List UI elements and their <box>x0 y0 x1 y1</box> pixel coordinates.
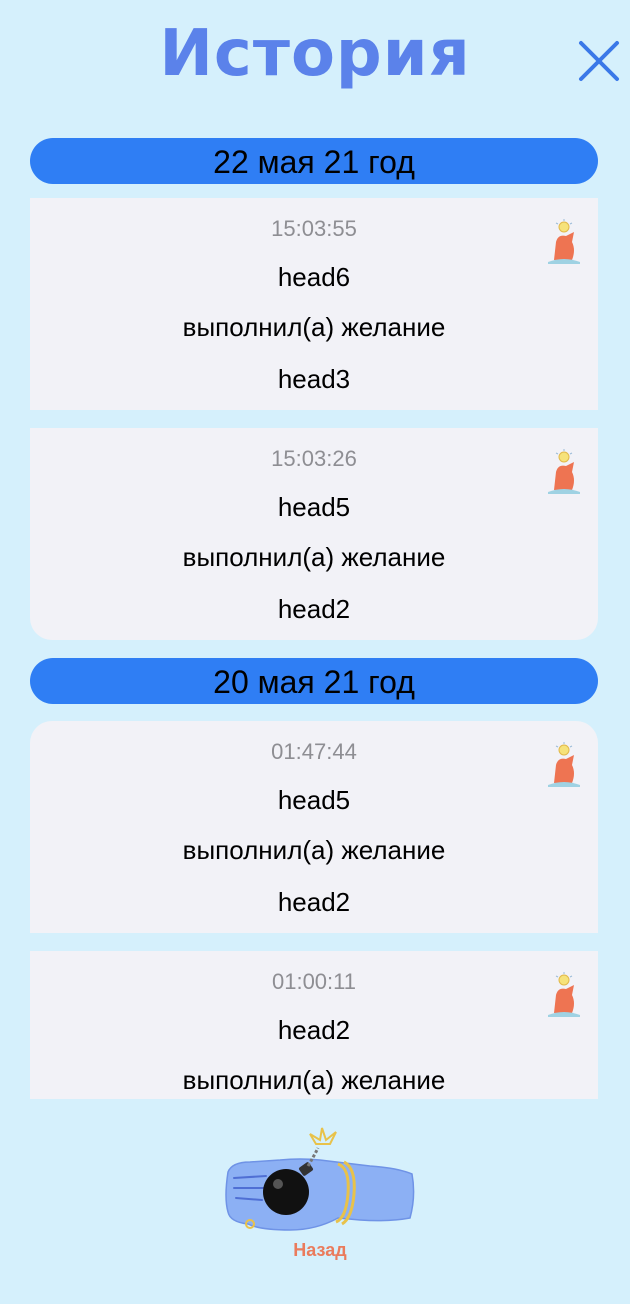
entry-time: 15:03:55 <box>271 216 357 241</box>
entry-to: head2 <box>277 594 351 624</box>
history-card[interactable]: 01:47:44 head5 выполнил(а) желание head2 <box>30 721 598 933</box>
history-card[interactable]: 15:03:26 head5 выполнил(а) желание head2 <box>30 428 598 640</box>
history-list[interactable]: 22 мая 21 год 15:03:55 head6 выполнил(а)… <box>30 138 598 1099</box>
date-header: 20 мая 21 год <box>30 658 598 704</box>
back-label: Назад <box>293 1240 347 1260</box>
back-button[interactable]: Назад <box>220 1126 420 1266</box>
entry-to: head2 <box>277 887 351 917</box>
entry-from: head5 <box>277 785 351 815</box>
mascot-icon <box>548 219 580 264</box>
entry-time: 15:03:26 <box>271 446 357 471</box>
close-button[interactable] <box>576 38 622 84</box>
mascot-icon <box>548 449 580 494</box>
entry-from: head2 <box>277 1015 351 1045</box>
entry-from: head6 <box>277 262 351 292</box>
history-card[interactable]: 15:03:55 head6 выполнил(а) желание head3 <box>30 198 598 410</box>
date-header: 22 мая 21 год <box>30 138 598 184</box>
entry-from: head5 <box>277 492 351 522</box>
close-icon <box>579 41 619 81</box>
entry-time: 01:47:44 <box>271 739 357 764</box>
entry-action: выполнил(а) желание <box>182 312 446 342</box>
entry-to: head3 <box>277 364 351 394</box>
mascot-icon <box>548 972 580 1017</box>
entry-action: выполнил(а) желание <box>182 835 446 865</box>
entry-time: 01:00:11 <box>271 969 356 994</box>
bomb-hand-icon <box>225 1127 415 1231</box>
page-title: История <box>159 17 471 91</box>
history-card[interactable]: 01:00:11 head2 выполнил(а) желание <box>30 951 598 1099</box>
entry-action: выполнил(а) желание <box>182 1065 446 1095</box>
mascot-icon <box>548 742 580 787</box>
entry-action: выполнил(а) желание <box>182 542 446 572</box>
